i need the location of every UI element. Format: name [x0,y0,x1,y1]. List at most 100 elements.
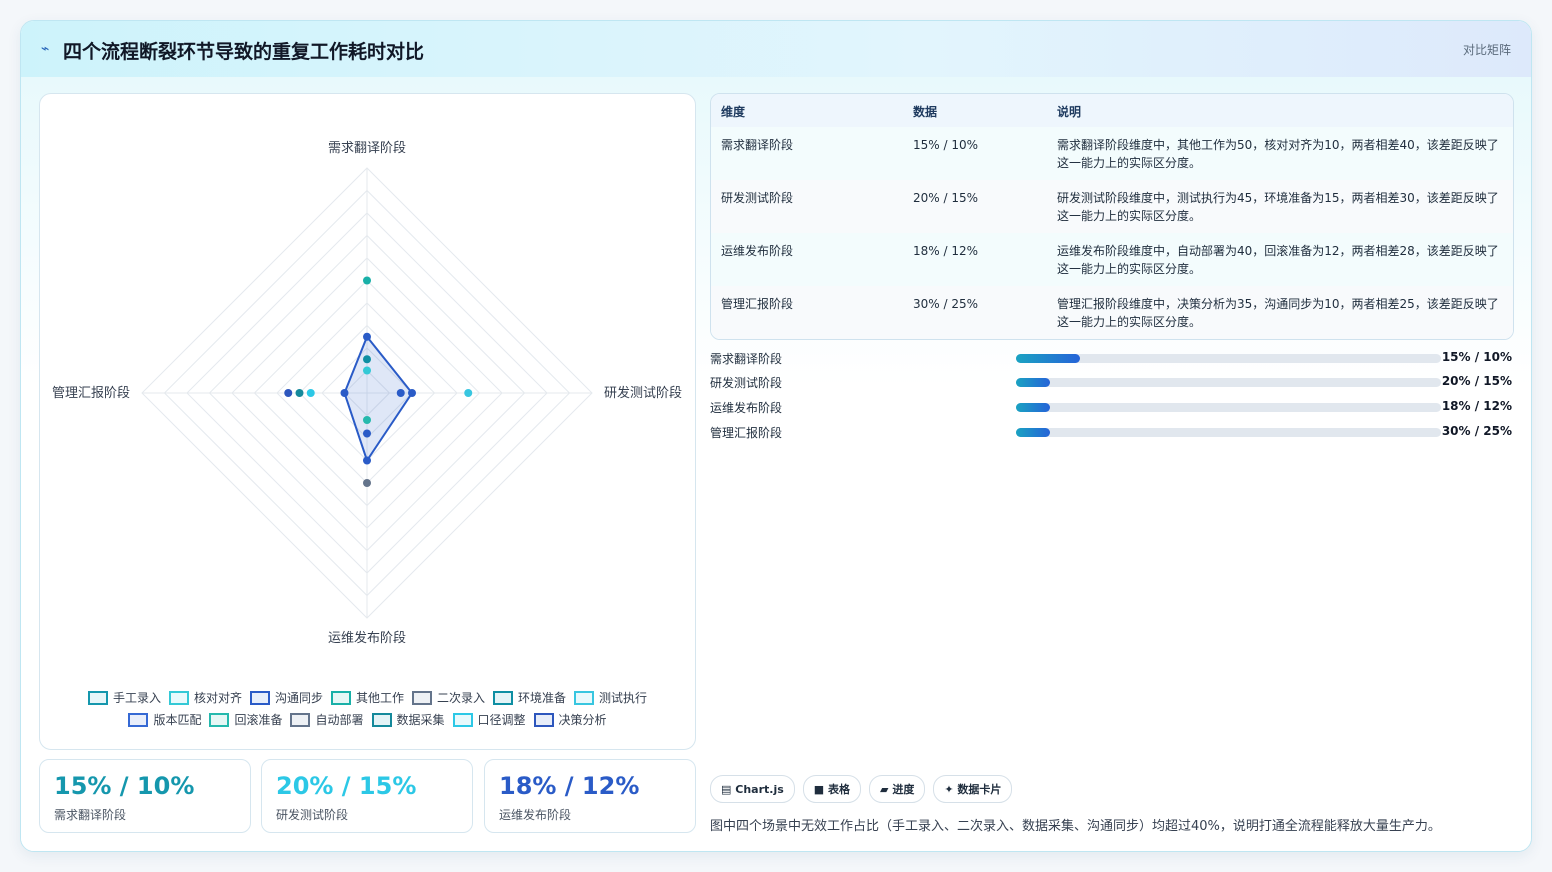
cell-dimension: 研发测试阶段 [721,191,794,205]
card-header: ⌁ 四个流程断裂环节导致的重复工作耗时对比 对比矩阵 [21,21,1531,77]
radar-chart: 需求翻译阶段研发测试阶段运维发布阶段 管理汇报阶段 [52,141,682,646]
legend-item[interactable]: 环境准备 [493,687,566,709]
legend-item[interactable]: 其他工作 [330,687,404,709]
progress-value: 18% / 12% [1441,399,1512,413]
stat-value: 18% / 12% [499,772,640,800]
radar-point [284,389,293,397]
progress-row: 需求翻译阶段 15% / 10% [710,348,1512,368]
legend-item[interactable]: 决策分析 [533,709,607,731]
legend-item[interactable]: 自动部署 [290,709,364,731]
legend-label: 自动部署 [315,713,364,727]
legend-swatch [493,691,514,705]
radar-point [396,389,405,397]
legend-label: 回滚准备 [234,713,283,727]
stat-value: 20% / 15% [276,772,417,800]
chip-chartjs[interactable]: ▤ Chart.js [710,775,795,803]
legend-swatch [209,713,230,727]
radar-axis-label: 需求翻译阶段 [328,141,406,156]
radar-point [363,276,371,285]
progress-track [1016,378,1441,387]
legend-item[interactable]: 沟通同步 [249,687,323,709]
chip-table[interactable]: ■ 表格 [802,775,862,803]
progress-fill [1016,403,1050,412]
cell-data: 20% / 15% [913,191,979,205]
legend-label: 版本匹配 [153,713,202,727]
progress-track [1016,354,1441,363]
radar-point [363,416,371,424]
cell-description: 运维发布阶段维度中，自动部署为40，回滚准备为12，两者相差28，该差距反映了这… [1057,244,1499,276]
legend-swatch [168,691,189,705]
progress-row: 管理汇报阶段 30% / 25% [710,422,1512,442]
column-header: 数据 [913,105,938,119]
legend-label: 口径调整 [477,713,526,727]
legend-item[interactable]: 数据采集 [371,709,445,731]
cell-description: 管理汇报阶段维度中，决策分析为35，沟通同步为10，两者相差25，该差距反映了这… [1057,297,1499,329]
table-row: 研发测试阶段 20% / 15% 研发测试阶段维度中，测试执行为45，环境准备为… [711,180,1513,234]
radar-point [464,389,473,397]
cell-dimension: 运维发布阶段 [721,244,794,258]
chip-progress[interactable]: ▰ 进度 [869,775,926,803]
legend-label: 环境准备 [518,691,567,705]
legend-item[interactable]: 手工录入 [87,687,161,709]
progress-icon: ▰ [880,782,889,796]
progress-fill [1016,378,1050,387]
stat-card: 20% / 15% 研发测试阶段 [261,759,473,833]
stat-card: 18% / 12% 运维发布阶段 [484,759,696,833]
comparison-table: 维度 数据 说明 需求翻译阶段 15% / 10% 需求翻译阶段维度中，其他工作… [710,93,1514,340]
legend-label: 决策分析 [558,713,607,727]
progress-value: 30% / 25% [1441,424,1512,438]
legend-swatch [371,713,392,727]
progress-track [1016,428,1441,437]
radar-point [306,389,315,397]
legend-swatch [574,691,595,705]
legend-item[interactable]: 核对对齐 [168,687,242,709]
legend-swatch [330,691,351,705]
stat-label: 研发测试阶段 [276,808,349,822]
legend-swatch [249,691,270,705]
table-row: 需求翻译阶段 15% / 10% 需求翻译阶段维度中，其他工作为50，核对对齐为… [711,127,1513,181]
view-tag[interactable]: 对比矩阵 [1463,41,1511,58]
chart-icon: ▤ [721,782,732,796]
cell-data: 18% / 12% [913,244,979,258]
footnote: 图中四个场景中无效工作占比（手工录入、二次录入、数据采集、沟通同步）均超过40%… [710,819,1441,834]
progress-label: 管理汇报阶段 [710,426,783,440]
legend-swatch [452,713,473,727]
radar-point [363,456,371,465]
dashboard-card: ⌁ 四个流程断裂环节导致的重复工作耗时对比 对比矩阵 需求翻译阶段 研发测试阶段运… [20,20,1532,852]
progress-value: 20% / 15% [1441,374,1512,388]
stat-label: 运维发布阶段 [499,808,572,822]
progress-label: 需求翻译阶段 [710,352,783,366]
legend-swatch [533,713,554,727]
radar-axis-label: 管理汇报阶段 [52,386,130,401]
legend-label: 手工录入 [112,691,161,705]
progress-row: 运维发布阶段 18% / 12% [710,397,1512,417]
cell-data: 15% / 10% [913,138,979,152]
radar-point [295,389,304,397]
page-title: 四个流程断裂环节导致的重复工作耗时对比 [63,41,425,63]
radar-point [340,389,349,397]
legend-item[interactable]: 回滚准备 [209,709,282,731]
table-header: 维度 数据 说明 [711,94,1513,128]
legend-swatch [290,713,311,727]
legend-item[interactable]: 测试执行 [574,687,647,709]
table-icon: ■ [813,782,825,796]
table-row: 管理汇报阶段 30% / 25% 管理汇报阶段维度中，决策分析为35，沟通同步为… [711,286,1513,339]
tech-chips: ▤ Chart.js ■ 表格 ▰ 进度 ✦ 数据卡片 [710,775,1013,803]
table-row: 运维发布阶段 18% / 12% 运维发布阶段维度中，自动部署为40，回滚准备为… [711,233,1513,287]
legend-item[interactable]: 二次录入 [412,687,485,709]
progress-row: 研发测试阶段 20% / 15% [710,372,1512,392]
legend-item[interactable]: 口径调整 [452,709,526,731]
column-header: 维度 [721,105,746,119]
chip-data-card[interactable]: ✦ 数据卡片 [933,775,1013,803]
chart-line-icon: ⌁ [41,41,50,57]
progress-fill [1016,428,1050,437]
progress-fill [1016,354,1080,363]
cell-dimension: 管理汇报阶段 [721,297,794,311]
progress-track [1016,403,1441,412]
legend-label: 测试执行 [599,691,648,705]
legend-row: 版本匹配 回滚准备 自动部署 数据采集 口径调整 决策分析 [40,709,695,731]
legend-row: 手工录入 核对对齐 沟通同步 其他工作 二次录入 环境准备 测试执行 [40,687,695,709]
legend-item[interactable]: 版本匹配 [128,709,201,731]
legend-swatch [412,691,432,705]
radar-point [363,366,371,375]
